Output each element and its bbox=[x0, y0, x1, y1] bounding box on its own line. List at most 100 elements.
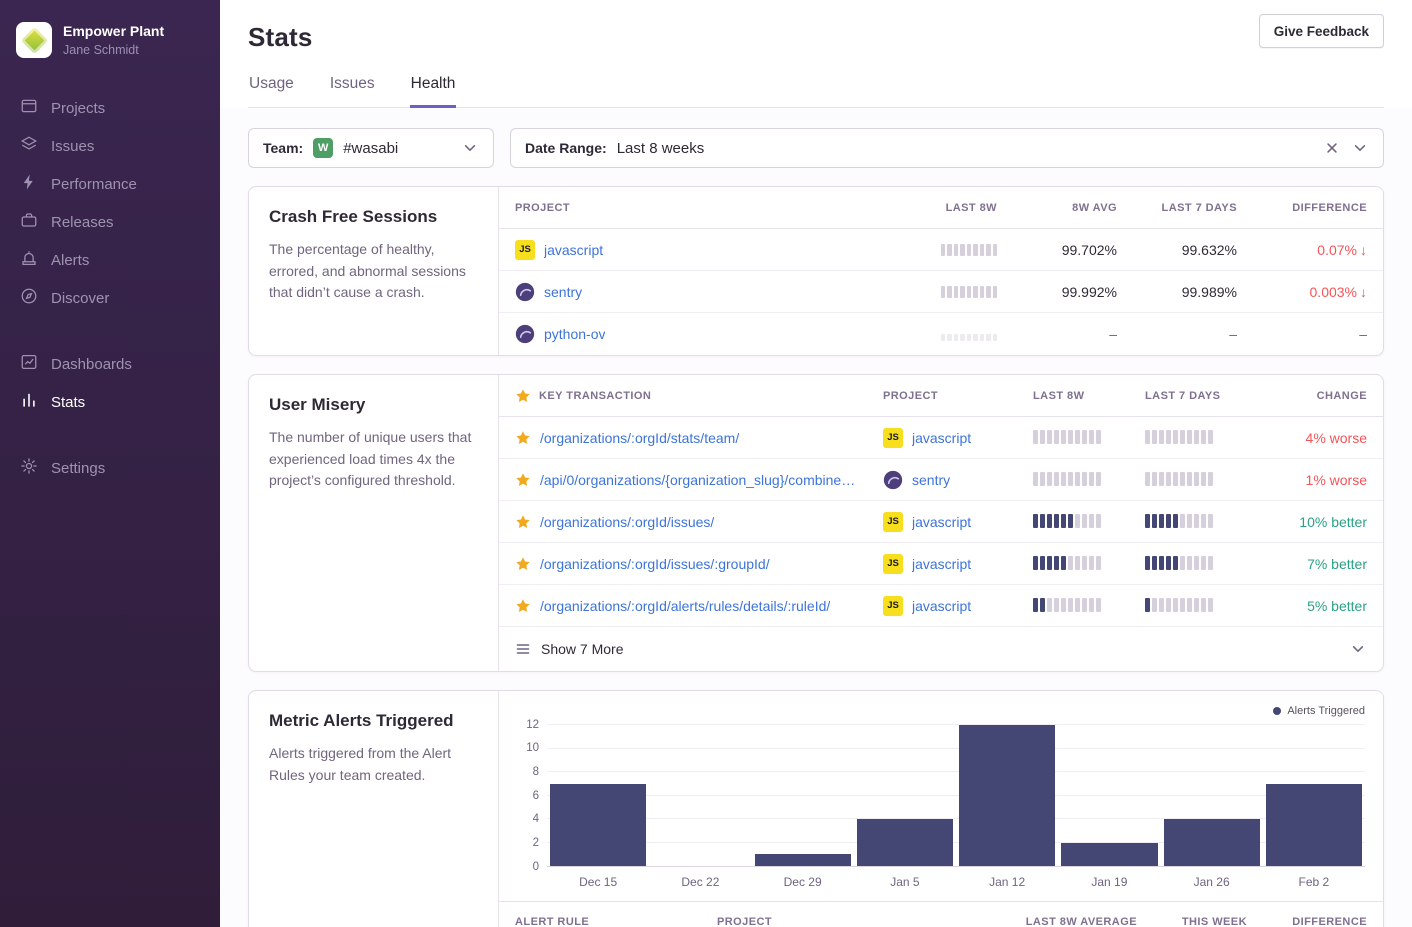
chevron-down-icon bbox=[461, 139, 479, 157]
col-project: PROJECT bbox=[883, 390, 1033, 402]
project-link[interactable]: sentry bbox=[544, 284, 582, 300]
change-value: 1% worse bbox=[1306, 472, 1367, 488]
transaction-link[interactable]: /organizations/:orgId/alerts/rules/detai… bbox=[540, 598, 830, 614]
clear-date-icon[interactable] bbox=[1323, 139, 1341, 157]
sidebar-item-label: Issues bbox=[51, 138, 94, 155]
transaction-link[interactable]: /organizations/:orgId/issues/:groupId/ bbox=[540, 556, 770, 572]
give-feedback-button[interactable]: Give Feedback bbox=[1259, 14, 1384, 48]
main-area: Stats Give Feedback Usage Issues Health … bbox=[220, 0, 1412, 927]
transaction-link[interactable]: /organizations/:orgId/stats/team/ bbox=[540, 430, 739, 446]
primary-nav: Projects Issues Performance Releases Ale… bbox=[0, 90, 220, 486]
col-difference: DIFFERENCE bbox=[1292, 916, 1367, 927]
sidebar-item-dashboards[interactable]: Dashboards bbox=[0, 346, 220, 382]
project-link[interactable]: javascript bbox=[912, 514, 971, 530]
sidebar-item-performance[interactable]: Performance bbox=[0, 166, 220, 202]
transaction-link[interactable]: /api/0/organizations/{organization_slug}… bbox=[540, 472, 855, 488]
settings-gear-icon bbox=[20, 457, 38, 479]
sparkline bbox=[941, 282, 998, 298]
key-transaction-star-icon[interactable] bbox=[515, 598, 531, 614]
page-content: Team: W #wasabi Date Range: Last 8 weeks bbox=[220, 108, 1412, 927]
sidebar-item-issues[interactable]: Issues bbox=[0, 128, 220, 164]
table-row: /organizations/:orgId/stats/team/ JS jav… bbox=[499, 417, 1383, 459]
chart-bar bbox=[1164, 819, 1260, 866]
sidebar-item-releases[interactable]: Releases bbox=[0, 204, 220, 240]
panel-desc-text: Alerts triggered from the Alert Rules yo… bbox=[269, 743, 478, 786]
difference-value: – bbox=[1359, 326, 1367, 342]
show-more-label: Show 7 More bbox=[541, 641, 623, 657]
sidebar-item-label: Releases bbox=[51, 214, 114, 231]
sparkline-7d bbox=[1145, 512, 1213, 528]
table-header: KEY TRANSACTION PROJECT LAST 8W LAST 7 D… bbox=[499, 375, 1383, 417]
alerts-chart-y-axis: 024681012 bbox=[517, 725, 547, 867]
project-link[interactable]: javascript bbox=[912, 430, 971, 446]
sidebar-item-settings[interactable]: Settings bbox=[0, 450, 220, 486]
sidebar-item-alerts[interactable]: Alerts bbox=[0, 242, 220, 278]
table-row: sentry 99.992% 99.989% 0.003%↓ bbox=[499, 271, 1383, 313]
issues-icon bbox=[20, 135, 38, 157]
tab-usage[interactable]: Usage bbox=[248, 75, 295, 108]
tab-bar: Usage Issues Health bbox=[248, 75, 1384, 108]
chart-x-label: Jan 19 bbox=[1058, 875, 1160, 889]
chart-y-tick: 10 bbox=[526, 743, 539, 755]
javascript-platform-icon: JS bbox=[515, 240, 535, 260]
project-link[interactable]: javascript bbox=[912, 556, 971, 572]
tab-issues[interactable]: Issues bbox=[329, 75, 376, 108]
sidebar-item-label: Performance bbox=[51, 176, 137, 193]
sidebar-item-discover[interactable]: Discover bbox=[0, 280, 220, 316]
last-7d-value: – bbox=[1229, 326, 1237, 342]
chevron-down-icon bbox=[1349, 640, 1367, 658]
date-range-value: Last 8 weeks bbox=[617, 140, 705, 157]
project-link[interactable]: javascript bbox=[912, 598, 971, 614]
org-logo bbox=[16, 22, 52, 58]
metric-alerts-chart-area: Alerts Triggered 024681012 Dec 15Dec 22D… bbox=[499, 691, 1383, 927]
change-value: 4% worse bbox=[1306, 430, 1367, 446]
transaction-link[interactable]: /organizations/:orgId/issues/ bbox=[540, 514, 714, 530]
python-platform-icon bbox=[515, 324, 535, 344]
chart-x-label: Jan 5 bbox=[854, 875, 956, 889]
tab-health[interactable]: Health bbox=[410, 75, 457, 108]
user-misery-panel: User Misery The number of unique users t… bbox=[248, 374, 1384, 672]
sparkline-7d bbox=[1145, 470, 1213, 486]
key-transaction-star-icon[interactable] bbox=[515, 430, 531, 446]
chevron-down-icon bbox=[1351, 139, 1369, 157]
change-value: 5% better bbox=[1307, 598, 1367, 614]
show-more-button[interactable]: Show 7 More bbox=[499, 627, 1383, 671]
key-transaction-star-icon[interactable] bbox=[515, 472, 531, 488]
chart-y-tick: 12 bbox=[526, 719, 539, 731]
key-transaction-star-icon[interactable] bbox=[515, 514, 531, 530]
date-range-selector[interactable]: Date Range: Last 8 weeks bbox=[510, 128, 1384, 168]
list-icon bbox=[515, 641, 531, 657]
chart-x-label: Dec 29 bbox=[752, 875, 854, 889]
col-8w-avg: 8W AVG bbox=[1072, 202, 1117, 214]
sparkline-7d bbox=[1145, 428, 1213, 444]
nav-section-gap bbox=[0, 422, 220, 448]
panel-description: Metric Alerts Triggered Alerts triggered… bbox=[249, 691, 499, 927]
avg-8w-value: 99.702% bbox=[1062, 242, 1117, 258]
sparkline-8w bbox=[1033, 512, 1101, 528]
table-row: /organizations/:orgId/issues/:groupId/ J… bbox=[499, 543, 1383, 585]
sidebar-item-label: Settings bbox=[51, 460, 105, 477]
col-last-8w-average: LAST 8W AVERAGE bbox=[1026, 916, 1137, 927]
chart-y-tick: 0 bbox=[533, 861, 539, 873]
panel-title: User Misery bbox=[269, 395, 478, 415]
user-name: Jane Schmidt bbox=[63, 43, 164, 57]
avg-8w-value: 99.992% bbox=[1062, 284, 1117, 300]
sidebar-item-projects[interactable]: Projects bbox=[0, 90, 220, 126]
alerts-icon bbox=[20, 249, 38, 271]
project-link[interactable]: python-ov bbox=[544, 326, 605, 342]
project-link[interactable]: javascript bbox=[544, 242, 603, 258]
org-switcher[interactable]: Empower Plant Jane Schmidt bbox=[0, 14, 220, 66]
chart-bar bbox=[755, 854, 851, 866]
key-transaction-star-icon[interactable] bbox=[515, 556, 531, 572]
filter-bar: Team: W #wasabi Date Range: Last 8 weeks bbox=[248, 128, 1384, 168]
table-row: /organizations/:orgId/issues/ JS javascr… bbox=[499, 501, 1383, 543]
col-difference: DIFFERENCE bbox=[1292, 202, 1367, 214]
chart-legend: Alerts Triggered bbox=[517, 703, 1365, 719]
team-selector[interactable]: Team: W #wasabi bbox=[248, 128, 494, 168]
sidebar-item-stats[interactable]: Stats bbox=[0, 384, 220, 420]
table-header: PROJECT LAST 8W 8W AVG LAST 7 DAYS DIFFE… bbox=[499, 187, 1383, 229]
chart-bars bbox=[547, 725, 1365, 866]
project-link[interactable]: sentry bbox=[912, 472, 950, 488]
javascript-platform-icon: JS bbox=[883, 596, 903, 616]
sparkline-8w bbox=[1033, 596, 1101, 612]
